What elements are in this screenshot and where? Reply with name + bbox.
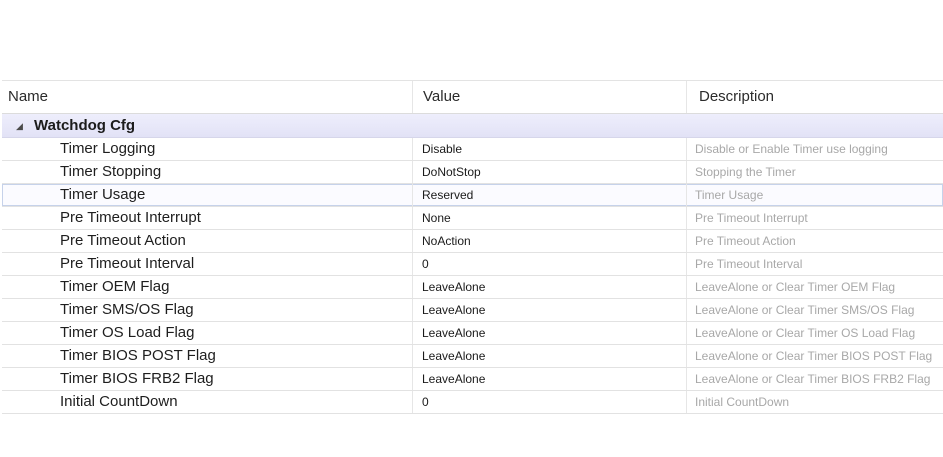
property-row[interactable]: Pre Timeout Interrupt None Pre Timeout I… [2, 207, 943, 230]
property-description: LeaveAlone or Clear Timer BIOS POST Flag [695, 349, 933, 363]
property-value[interactable]: LeaveAlone [413, 322, 687, 344]
property-value[interactable]: LeaveAlone [413, 276, 687, 298]
property-value[interactable]: NoAction [413, 230, 687, 252]
property-description: Pre Timeout Action [695, 234, 796, 248]
property-description: LeaveAlone or Clear Timer BIOS FRB2 Flag [695, 372, 931, 386]
property-name: Pre Timeout Action [2, 230, 413, 252]
property-description: LeaveAlone or Clear Timer OEM Flag [695, 280, 896, 294]
property-name: Timer SMS/OS Flag [2, 299, 413, 321]
group-row-watchdog-cfg[interactable]: ◢ Watchdog Cfg [2, 114, 943, 138]
group-value-cell [413, 114, 687, 138]
property-row[interactable]: Pre Timeout Interval 0 Pre Timeout Inter… [2, 253, 943, 276]
property-row[interactable]: Timer BIOS POST Flag LeaveAlone LeaveAlo… [2, 345, 943, 368]
property-description: LeaveAlone or Clear Timer SMS/OS Flag [695, 303, 915, 317]
property-value[interactable]: LeaveAlone [413, 368, 687, 390]
property-name: Timer OS Load Flag [2, 322, 413, 344]
property-name: Timer BIOS FRB2 Flag [2, 368, 413, 390]
property-value[interactable]: Reserved [413, 184, 687, 206]
property-row[interactable]: Timer SMS/OS Flag LeaveAlone LeaveAlone … [2, 299, 943, 322]
property-value[interactable]: 0 [413, 391, 687, 413]
property-name: Initial CountDown [2, 391, 413, 413]
property-value[interactable]: DoNotStop [413, 161, 687, 183]
column-header-value[interactable]: Value [413, 81, 687, 113]
collapse-triangle-icon[interactable]: ◢ [16, 114, 28, 138]
group-label: Watchdog Cfg [34, 117, 136, 134]
property-name: Pre Timeout Interval [2, 253, 413, 275]
property-description: Stopping the Timer [695, 165, 796, 179]
property-row[interactable]: Timer Logging Disable Disable or Enable … [2, 138, 943, 161]
property-row-selected[interactable]: Timer Usage Reserved Timer Usage [2, 184, 943, 207]
property-name: Timer BIOS POST Flag [2, 345, 413, 367]
column-header-row: Name Value Description [2, 81, 943, 114]
property-row[interactable]: Timer BIOS FRB2 Flag LeaveAlone LeaveAlo… [2, 368, 943, 391]
property-grid: Name Value Description ◢ Watchdog Cfg Tim… [2, 80, 943, 457]
property-row[interactable]: Timer Stopping DoNotStop Stopping the Ti… [2, 161, 943, 184]
property-description: Initial CountDown [695, 395, 790, 409]
property-description: Pre Timeout Interrupt [695, 211, 808, 225]
property-name: Pre Timeout Interrupt [2, 207, 413, 229]
property-row[interactable]: Timer OEM Flag LeaveAlone LeaveAlone or … [2, 276, 943, 299]
property-description: Pre Timeout Interval [695, 257, 803, 271]
property-description: Timer Usage [695, 188, 764, 202]
property-description: LeaveAlone or Clear Timer OS Load Flag [695, 326, 916, 340]
group-name-cell: ◢ Watchdog Cfg [2, 114, 413, 138]
property-row[interactable]: Pre Timeout Action NoAction Pre Timeout … [2, 230, 943, 253]
property-name: Timer Usage [2, 184, 413, 206]
column-header-description[interactable]: Description [687, 81, 943, 113]
property-row[interactable]: Initial CountDown 0 Initial CountDown [2, 391, 943, 414]
group-description-cell [687, 114, 943, 138]
property-name: Timer OEM Flag [2, 276, 413, 298]
column-header-name[interactable]: Name [2, 81, 413, 113]
property-value[interactable]: LeaveAlone [413, 345, 687, 367]
property-value[interactable]: None [413, 207, 687, 229]
property-value[interactable]: LeaveAlone [413, 299, 687, 321]
property-name: Timer Stopping [2, 161, 413, 183]
property-rows: Timer Logging Disable Disable or Enable … [2, 138, 943, 414]
property-value[interactable]: 0 [413, 253, 687, 275]
property-value[interactable]: Disable [413, 138, 687, 160]
property-name: Timer Logging [2, 138, 413, 160]
property-description: Disable or Enable Timer use logging [695, 142, 888, 156]
property-row[interactable]: Timer OS Load Flag LeaveAlone LeaveAlone… [2, 322, 943, 345]
